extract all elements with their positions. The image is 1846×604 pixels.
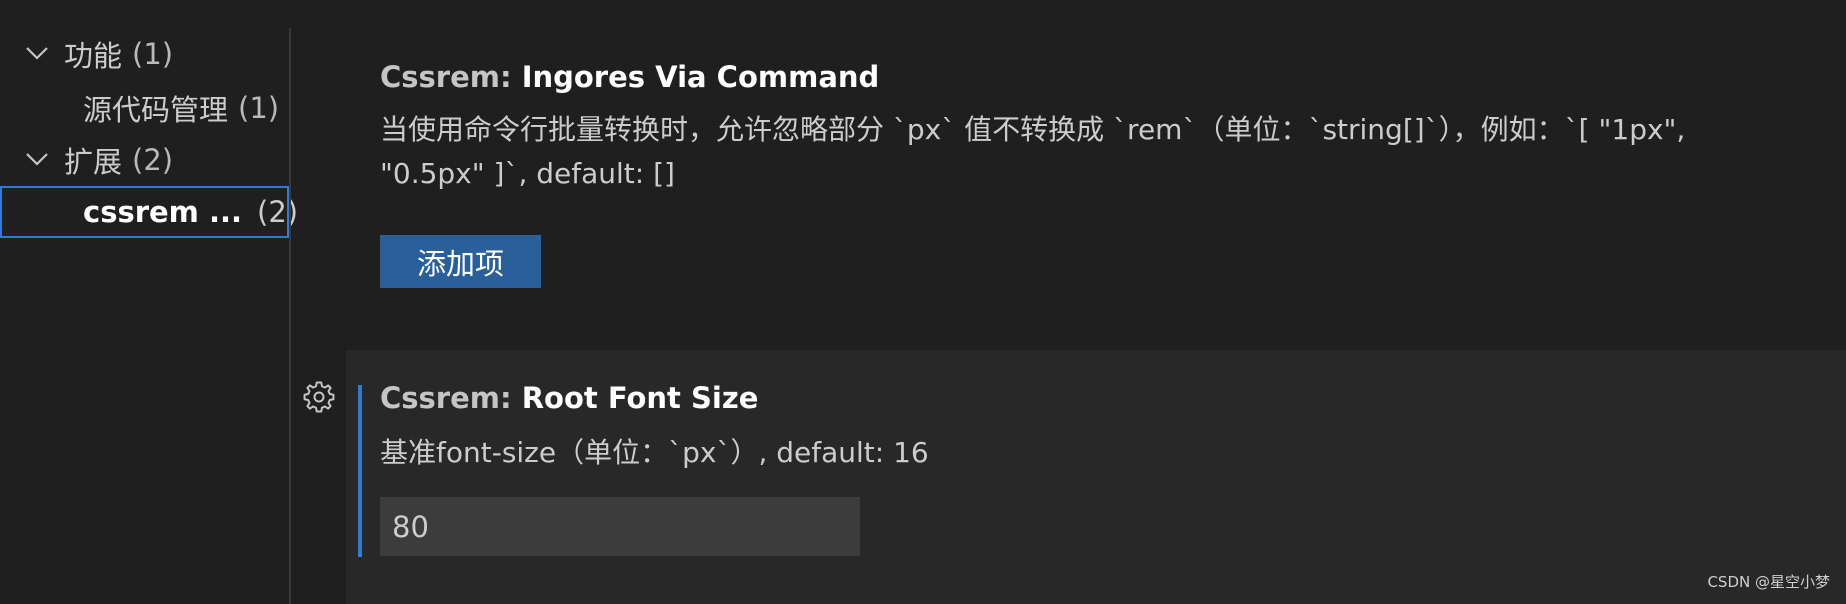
- toc-item-label: 源代码管理 (1): [83, 87, 279, 129]
- gear-icon[interactable]: [302, 380, 336, 414]
- toc-item-count: (2): [257, 195, 299, 229]
- toc-item-extensions[interactable]: 扩展 (2): [0, 134, 287, 186]
- root-font-size-input[interactable]: 80: [380, 497, 860, 556]
- setting-category: Cssrem:: [380, 381, 522, 415]
- chevron-down-icon: [26, 153, 48, 166]
- setting-description: 当使用命令行批量转换时，允许忽略部分 `px` 值不转换成 `rem`（单位：`…: [380, 108, 1830, 196]
- toc-item-text: 功能: [64, 39, 123, 73]
- toc-item-label: cssrem ...: [83, 195, 242, 229]
- setting-key: Ingores Via Command: [521, 60, 880, 94]
- setting-title-root-font-size: Cssrem: Root Font Size: [380, 381, 758, 415]
- toc-item-cssrem[interactable]: cssrem ... (2): [0, 186, 298, 238]
- settings-editor: 功能 (1) 源代码管理 (1) 扩展 (2) cssrem ... (2) C…: [0, 0, 1846, 604]
- settings-toc: 功能 (1) 源代码管理 (1) 扩展 (2) cssrem ... (2): [0, 28, 298, 604]
- toc-item-count: (1): [238, 91, 280, 125]
- sash-divider[interactable]: [289, 28, 291, 604]
- add-item-button[interactable]: 添加项: [380, 235, 541, 288]
- toc-item-count: (1): [132, 37, 174, 71]
- setting-category: Cssrem:: [380, 60, 522, 94]
- toc-item-label: 功能 (1): [64, 33, 173, 75]
- toc-item-count: (2): [132, 143, 174, 177]
- toc-item-features[interactable]: 功能 (1): [0, 28, 287, 80]
- setting-key: Root Font Size: [521, 381, 759, 415]
- setting-description-line: 当使用命令行批量转换时，允许忽略部分 `px` 值不转换成 `rem`（单位：`…: [380, 113, 1686, 146]
- toc-item-source-control[interactable]: 源代码管理 (1): [0, 82, 287, 134]
- setting-description: 基准font-size（单位：`px`）, default: 16: [380, 436, 929, 469]
- toc-item-text: 扩展: [64, 145, 123, 179]
- chevron-down-icon: [26, 47, 48, 60]
- setting-description-line: "0.5px" ]`, default: []: [380, 157, 675, 190]
- toc-item-text: cssrem ...: [83, 195, 243, 229]
- toc-item-label: 扩展 (2): [64, 139, 173, 181]
- watermark: CSDN @星空小梦: [1707, 573, 1830, 591]
- setting-title-ingores-via-command: Cssrem: Ingores Via Command: [380, 60, 879, 94]
- focus-indicator: [358, 385, 362, 557]
- toc-item-text: 源代码管理: [83, 93, 229, 127]
